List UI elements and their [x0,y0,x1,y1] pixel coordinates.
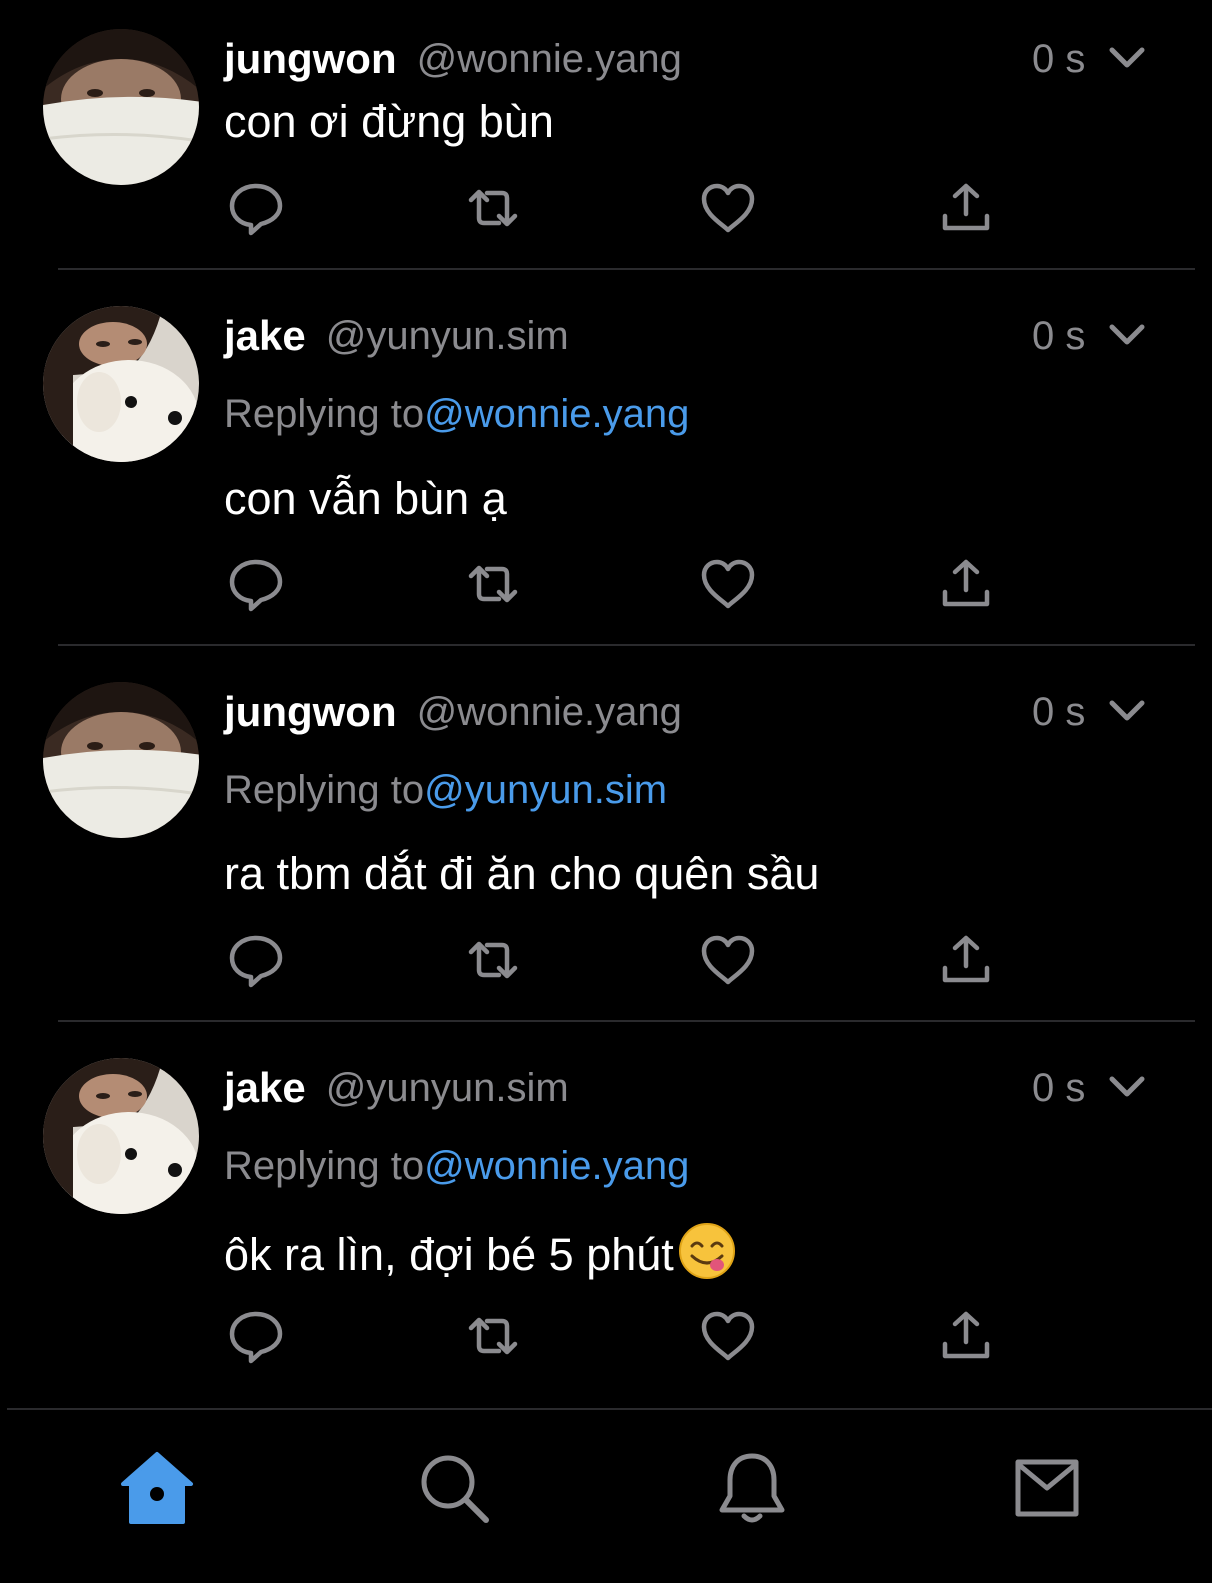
timestamp: 0 s [1032,689,1086,734]
retweet-icon[interactable] [463,1306,523,1366]
chevron-down-icon[interactable] [1107,1067,1147,1107]
divider [58,644,1195,646]
reply-context: Replying to@yunyun.sim [224,768,667,813]
retweet-icon[interactable] [463,178,523,238]
user-handle[interactable]: @yunyun.sim [326,314,569,359]
bottom-tab-bar [0,1410,1212,1583]
tweet-actions [224,178,1024,238]
divider [58,268,1195,270]
timestamp: 0 s [1032,1065,1086,1110]
display-name[interactable]: jake [224,312,306,360]
reply-prefix: Replying to [224,392,425,436]
divider [58,1020,1195,1022]
chevron-down-icon[interactable] [1107,315,1147,355]
reply-prefix: Replying to [224,768,425,812]
avatar[interactable] [43,306,199,462]
tweet-header: jungwon @wonnie.yang [224,682,682,742]
bell-icon[interactable] [712,1448,792,1528]
tweet-actions [224,930,1024,990]
tweet-header: jungwon @wonnie.yang [224,29,682,89]
reply-icon[interactable] [226,930,286,990]
timestamp: 0 s [1032,313,1086,358]
avatar[interactable] [43,29,199,185]
user-handle[interactable]: @yunyun.sim [326,1066,569,1111]
tweet-text: ôk ra lìn, đợi bé 5 phút [224,1229,674,1280]
like-icon[interactable] [698,1306,758,1366]
timestamp: 0 s [1032,36,1086,81]
avatar[interactable] [43,682,199,838]
tweet-actions [224,1306,1024,1366]
like-icon[interactable] [698,554,758,614]
reply-prefix: Replying to [224,1144,425,1188]
search-icon[interactable] [414,1448,494,1528]
tweet-text: ra tbm dắt đi ăn cho quên sầu [224,848,820,899]
savoring-face-emoji [678,1222,736,1280]
chevron-down-icon[interactable] [1107,691,1147,731]
reply-icon[interactable] [226,554,286,614]
chevron-down-icon[interactable] [1107,38,1147,78]
user-handle[interactable]: @wonnie.yang [417,37,682,82]
mention-link[interactable]: @wonnie.yang [424,1144,689,1188]
share-icon[interactable] [936,178,996,238]
reply-icon[interactable] [226,178,286,238]
tweet-header: jake @yunyun.sim [224,1058,569,1118]
reply-icon[interactable] [226,1306,286,1366]
share-icon[interactable] [936,554,996,614]
mention-link[interactable]: @yunyun.sim [424,768,667,812]
user-handle[interactable]: @wonnie.yang [417,690,682,735]
tweet-actions [224,554,1024,614]
reply-context: Replying to@wonnie.yang [224,392,689,437]
share-icon[interactable] [936,1306,996,1366]
mail-icon[interactable] [1008,1448,1088,1528]
reply-context: Replying to@wonnie.yang [224,1144,689,1189]
display-name[interactable]: jungwon [224,35,397,83]
avatar[interactable] [43,1058,199,1214]
tweet-text: con ơi đừng bùn [224,96,554,147]
tweet-text: con vẫn bùn ạ [224,473,507,524]
display-name[interactable]: jungwon [224,688,397,736]
share-icon[interactable] [936,930,996,990]
display-name[interactable]: jake [224,1064,306,1112]
home-icon[interactable] [117,1448,197,1528]
like-icon[interactable] [698,178,758,238]
like-icon[interactable] [698,930,758,990]
tweet-header: jake @yunyun.sim [224,306,569,366]
mention-link[interactable]: @wonnie.yang [424,392,689,436]
retweet-icon[interactable] [463,930,523,990]
retweet-icon[interactable] [463,554,523,614]
tweet-text-container: ôk ra lìn, đợi bé 5 phút [224,1222,736,1281]
